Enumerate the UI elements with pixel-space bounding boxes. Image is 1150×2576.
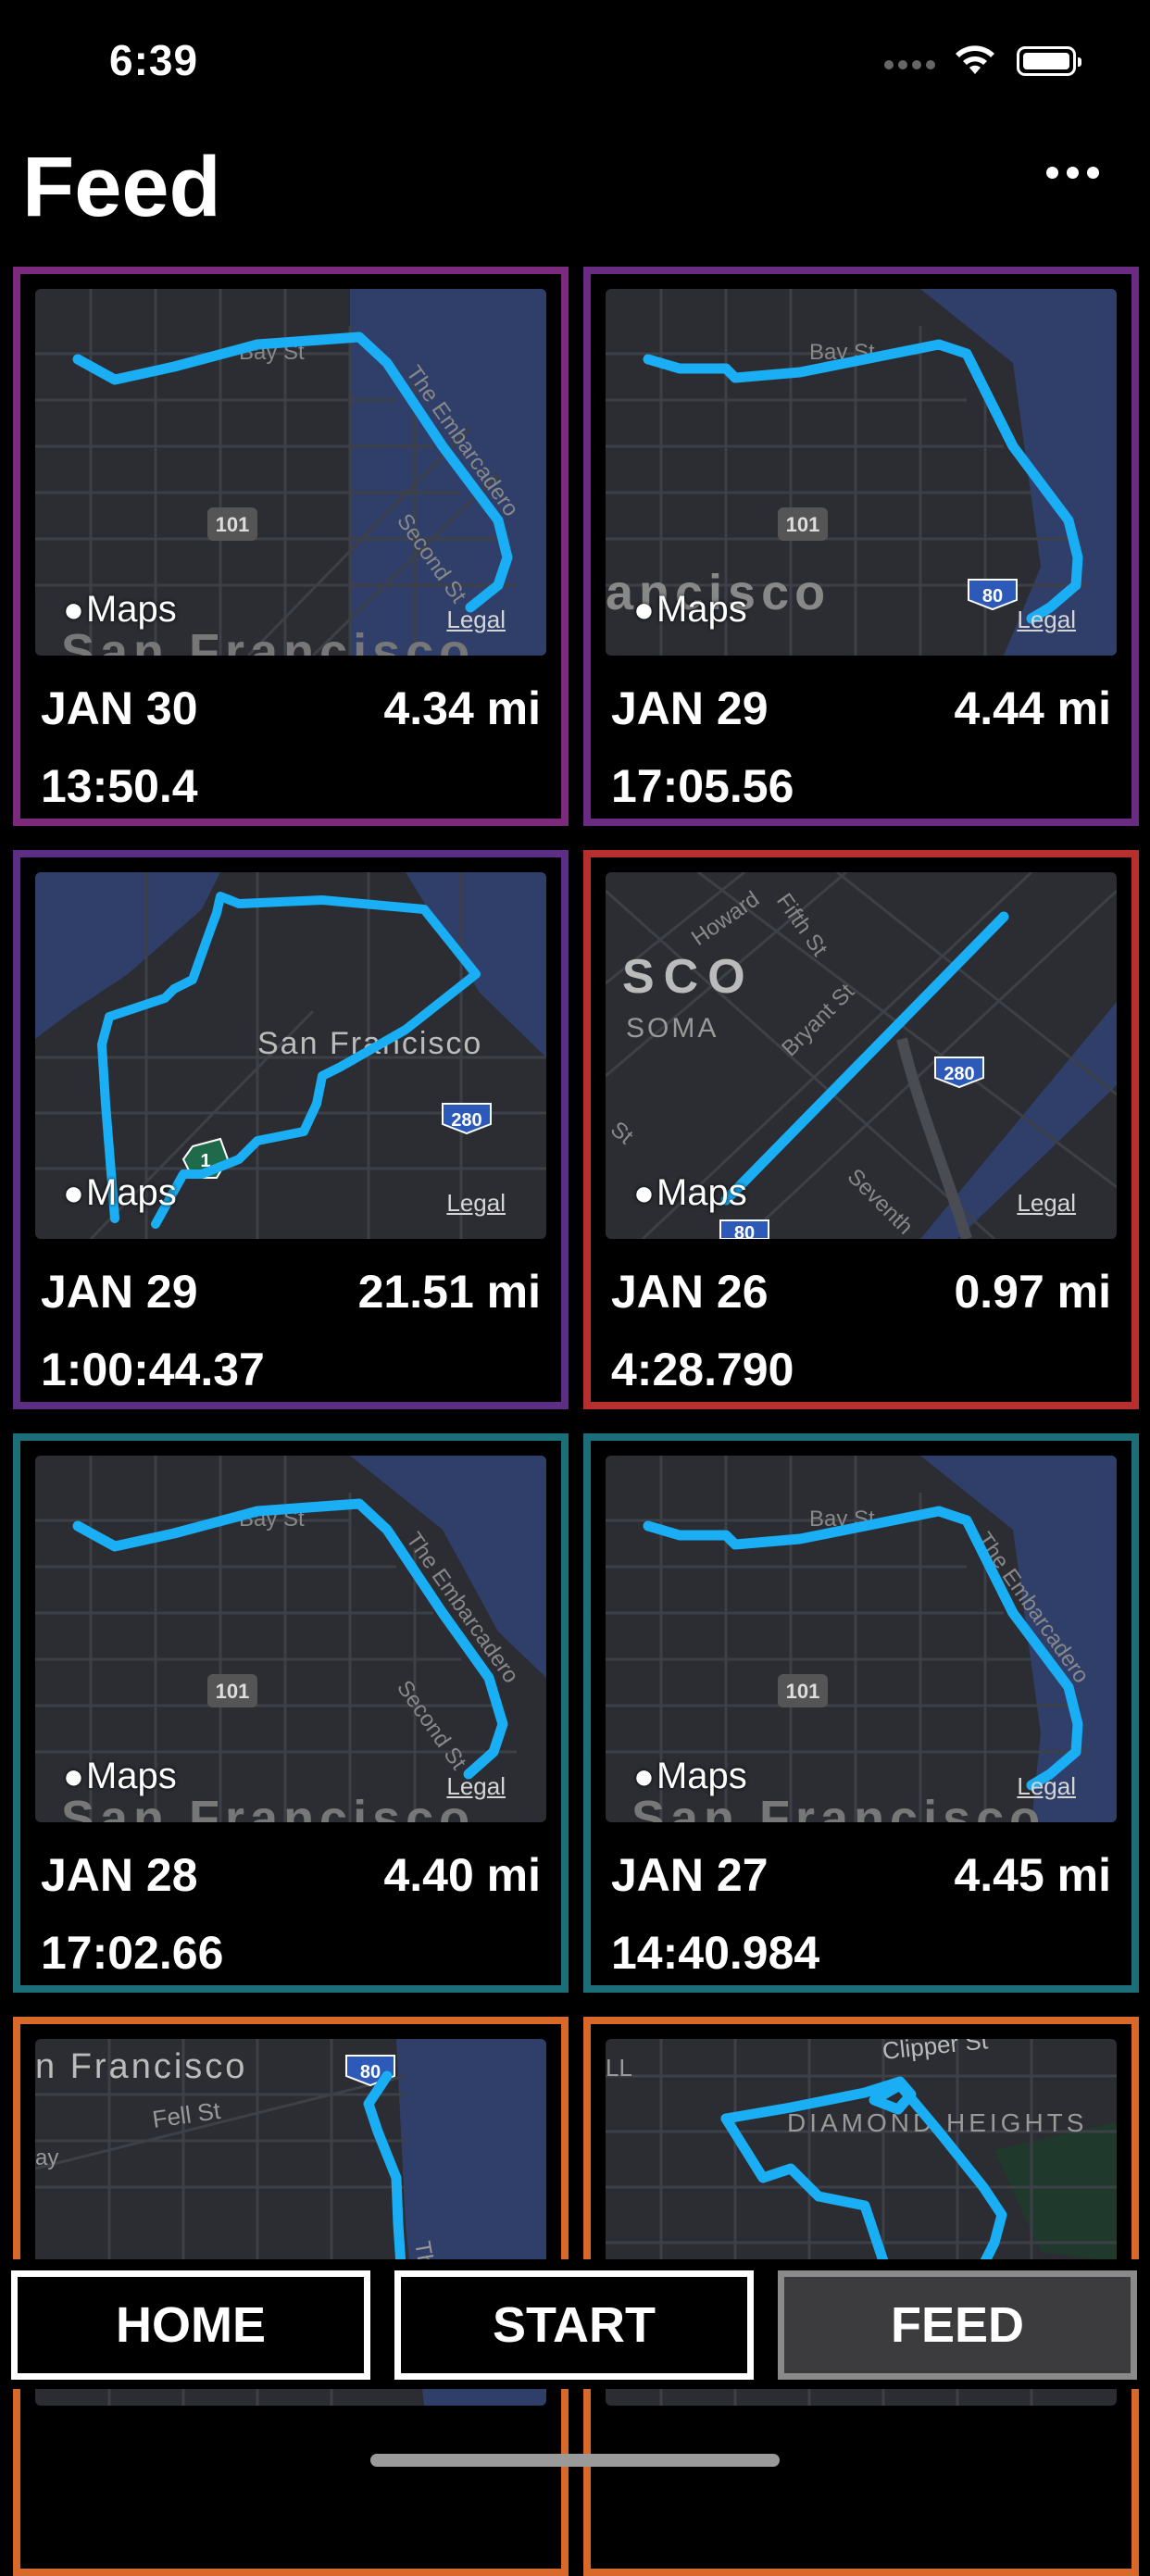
highway-shield: 101 bbox=[216, 513, 250, 536]
route-line bbox=[720, 2113, 889, 2267]
apple-maps-logo: ●Maps bbox=[63, 1756, 177, 1796]
run-duration: 1:00:44.37 bbox=[41, 1344, 265, 1395]
run-date: JAN 27 bbox=[611, 1849, 769, 1901]
district-label: SOMA bbox=[626, 1013, 719, 1044]
more-options-button[interactable] bbox=[1046, 167, 1120, 213]
route-map[interactable]: Bay St 101 80 ancisco ●Maps Legal bbox=[606, 289, 1117, 656]
highway-shield: 101 bbox=[786, 1680, 820, 1703]
apple-icon: ● bbox=[633, 1174, 655, 1213]
legal-link[interactable]: Legal bbox=[1017, 1189, 1076, 1218]
page-title: Feed bbox=[22, 140, 221, 234]
run-duration: 17:02.66 bbox=[41, 1927, 224, 1979]
feed-card[interactable]: Bay St The Embarcadero Second St 101 San… bbox=[13, 1433, 569, 1993]
tab-start[interactable]: START bbox=[394, 2270, 754, 2380]
legal-link[interactable]: Legal bbox=[1017, 606, 1076, 634]
run-date: JAN 29 bbox=[41, 1266, 198, 1318]
status-time: 6:39 bbox=[109, 36, 199, 84]
tab-bar: HOME START FEED bbox=[0, 2259, 1150, 2389]
highway-shield: 80 bbox=[360, 2062, 381, 2082]
run-date: JAN 26 bbox=[611, 1266, 769, 1318]
run-distance: 4.45 mi bbox=[954, 1849, 1111, 1901]
legal-link[interactable]: Legal bbox=[1017, 1772, 1076, 1801]
highway-shield: 101 bbox=[786, 513, 820, 536]
street-label: Bryant St bbox=[777, 979, 859, 1061]
highway-shield: 80 bbox=[982, 586, 1003, 606]
apple-maps-logo: ●Maps bbox=[63, 1172, 177, 1213]
apple-maps-logo: ●Maps bbox=[633, 1756, 747, 1796]
run-duration: 17:05.56 bbox=[611, 760, 794, 812]
city-label: San Francisco bbox=[257, 1026, 482, 1061]
run-distance: 21.51 mi bbox=[357, 1266, 541, 1318]
route-map[interactable]: San Francisco 280 1 ●Maps Legal bbox=[35, 872, 546, 1239]
run-duration: 14:40.984 bbox=[611, 1927, 820, 1979]
apple-maps-logo: ●Maps bbox=[633, 589, 747, 630]
street-label: Second St bbox=[392, 1676, 471, 1774]
city-label: n Francisco bbox=[35, 2047, 247, 2086]
legal-link[interactable]: Legal bbox=[446, 1772, 506, 1801]
apple-icon: ● bbox=[633, 1757, 655, 1796]
route-map[interactable]: Howard Fifth St Bryant St SCO SOMA 280 S… bbox=[606, 872, 1117, 1239]
cellular-signal-icon bbox=[884, 57, 940, 74]
feed-card[interactable]: Bay St The Embarcadero Second St 101 San… bbox=[13, 267, 569, 826]
apple-icon: ● bbox=[63, 1757, 84, 1796]
route-map[interactable]: Bay St The Embarcadero Second St 101 San… bbox=[35, 1456, 546, 1822]
route-map[interactable]: Bay St The Embarcadero 101 San Francisco… bbox=[606, 1456, 1117, 1822]
run-date: JAN 28 bbox=[41, 1849, 198, 1901]
street-label: ay bbox=[35, 2145, 58, 2170]
run-distance: 4.34 mi bbox=[383, 682, 541, 734]
tab-home[interactable]: HOME bbox=[11, 2270, 370, 2380]
legal-link[interactable]: Legal bbox=[446, 1189, 506, 1218]
run-date: JAN 30 bbox=[41, 682, 198, 734]
wifi-icon bbox=[956, 45, 994, 74]
street-label: Clipper St bbox=[881, 2039, 989, 2065]
apple-icon: ● bbox=[63, 591, 84, 630]
more-icon bbox=[1046, 167, 1058, 179]
legal-link[interactable]: Legal bbox=[446, 606, 506, 634]
run-distance: 4.44 mi bbox=[954, 682, 1111, 734]
street-label: St bbox=[606, 1117, 638, 1149]
highway-shield: 280 bbox=[451, 1110, 481, 1131]
district-label: SCO bbox=[622, 950, 755, 1004]
feed-card[interactable]: Howard Fifth St Bryant St SCO SOMA 280 S… bbox=[583, 850, 1139, 1409]
route-line bbox=[643, 1506, 1083, 1791]
run-duration: 13:50.4 bbox=[41, 760, 198, 812]
battery-icon bbox=[1017, 46, 1081, 76]
feed-card[interactable]: Bay St 101 80 ancisco ●Maps Legal JAN 29… bbox=[583, 267, 1139, 826]
apple-icon: ● bbox=[633, 591, 655, 630]
run-duration: 4:28.790 bbox=[611, 1344, 794, 1395]
apple-maps-logo: ●Maps bbox=[633, 1172, 747, 1213]
street-label: Howard bbox=[687, 886, 764, 951]
feed-card[interactable]: San Francisco 280 1 ●Maps Legal JAN 29 2… bbox=[13, 850, 569, 1409]
run-distance: 0.97 mi bbox=[954, 1266, 1111, 1318]
highway-shield: 80 bbox=[734, 1223, 755, 1239]
street-label: Fell St bbox=[151, 2096, 223, 2133]
status-bar: 6:39 bbox=[0, 0, 1150, 130]
highway-shield: 101 bbox=[216, 1680, 250, 1703]
run-date: JAN 29 bbox=[611, 682, 769, 734]
highway-shield: 280 bbox=[944, 1064, 974, 1084]
home-indicator bbox=[370, 2454, 780, 2467]
district-label: LL bbox=[606, 2054, 632, 2082]
route-map[interactable]: Bay St The Embarcadero Second St 101 San… bbox=[35, 289, 546, 656]
apple-maps-logo: ●Maps bbox=[63, 589, 177, 630]
route-line bbox=[363, 2070, 407, 2285]
tab-feed[interactable]: FEED bbox=[778, 2270, 1137, 2380]
apple-icon: ● bbox=[63, 1174, 84, 1213]
street-label: Seventh bbox=[843, 1164, 918, 1239]
feed-card[interactable]: Bay St The Embarcadero 101 San Francisco… bbox=[583, 1433, 1139, 1993]
run-distance: 4.40 mi bbox=[383, 1849, 541, 1901]
